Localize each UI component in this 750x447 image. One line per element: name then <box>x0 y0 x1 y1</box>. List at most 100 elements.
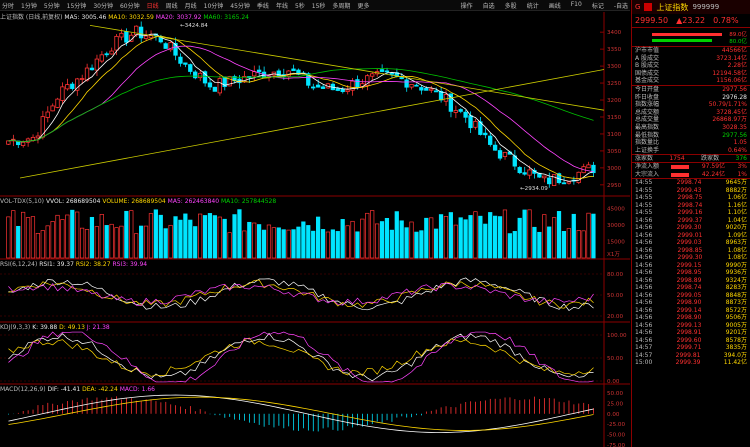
volume-bar <box>325 231 331 259</box>
volume-bar <box>143 225 149 259</box>
volume-bar <box>478 215 483 259</box>
tick-volume: 8963万 <box>725 239 747 247</box>
row-value: 2977.56 <box>722 131 747 139</box>
volume-bar <box>443 216 449 259</box>
flow-bars: 89.0亿 80.0亿 <box>632 27 750 46</box>
kdj-ytick: 50.00 <box>607 356 623 362</box>
tick-time: 14:56 <box>635 314 653 322</box>
candle-body <box>65 84 70 90</box>
rows2-row: 最低指数 2977.56 <box>632 132 750 140</box>
tick-list[interactable]: 14:55 2998.74 9645万 14:55 2999.43 8882万 14:55 2… <box>632 178 750 367</box>
index-stats: 今日开盘 2977.56 昨日收盘 2976.28 指数涨幅 50.79/1.71% 总成交… <box>632 84 750 155</box>
candle-body <box>453 110 458 113</box>
kdj-legend: KDJ(9,3,3) K: 39.88 D: 49.13 J: 21.38 <box>0 324 110 331</box>
volume-bar <box>109 223 114 259</box>
tick-time: 14:56 <box>635 291 653 299</box>
ytick-label: 3050 <box>607 149 622 155</box>
row-label: 基金成交 <box>635 77 660 85</box>
tick-volume: 8848万 <box>725 291 747 299</box>
tick-time: 14:56 <box>635 246 653 254</box>
volume-bar <box>335 231 340 259</box>
volume-bar <box>547 226 552 259</box>
candle-body <box>35 135 41 139</box>
tick-row: 14:56 2999.15 9990万 <box>632 262 750 270</box>
volume-bar <box>448 212 453 259</box>
tick-time: 14:56 <box>635 276 653 284</box>
flag-icon <box>644 3 653 11</box>
candle-body <box>89 67 95 71</box>
candle-body <box>497 150 503 159</box>
volume-bar <box>330 229 335 259</box>
tick-price: 2999.05 <box>676 291 702 299</box>
tick-time: 14:55 <box>635 201 653 209</box>
tick-time: 14:56 <box>635 299 653 307</box>
inflow-bar <box>652 33 722 36</box>
tick-row: 14:56 2999.30 1.08亿 <box>632 254 750 262</box>
tick-row: 14:56 2999.01 1.09亿 <box>632 232 750 240</box>
volume-bar <box>379 221 385 259</box>
candle-body <box>79 78 85 80</box>
kline-chart-area[interactable]: 3400 3350 3300 3250 3200 3150 3100 3050 3000 2950… <box>0 0 630 447</box>
trendline-down <box>89 24 605 111</box>
volume-bar <box>488 212 493 259</box>
tick-price: 2998.75 <box>677 194 703 202</box>
app-window: 分时 1分钟 5分钟 15分钟 30分钟 60分钟 日线 周线 月线 10分钟 45分钟 季线 年线 5秒… <box>0 0 750 447</box>
tick-volume: 11.42亿 <box>723 359 747 367</box>
flow-label: 净流入额 <box>635 162 660 170</box>
row-label: B 股成交 <box>635 62 660 70</box>
candle-body <box>99 54 104 62</box>
tick-price: 2999.30 <box>676 224 702 232</box>
candle-body <box>502 151 508 157</box>
tick-volume: 9324万 <box>725 276 747 284</box>
tick-time: 14:57 <box>635 351 653 359</box>
row-value: 1.05 <box>733 139 747 147</box>
kdj-ytick: 100.00 <box>607 333 627 339</box>
ytick-label: 3350 <box>607 47 622 53</box>
candle-body <box>183 62 188 65</box>
candle-body <box>586 164 591 169</box>
tick-row: 14:56 2998.74 8283万 <box>632 284 750 292</box>
volume-bar <box>70 209 75 259</box>
tick-time: 14:56 <box>635 216 653 224</box>
tick-volume: 8578万 <box>725 336 747 344</box>
volume-bar <box>257 224 262 259</box>
volume-bar <box>25 217 31 259</box>
row-label: 最低指数 <box>635 131 660 139</box>
outflow-bar <box>652 39 712 42</box>
candle-body <box>315 84 321 88</box>
flow-summary: 净流入额 97.59亿 3% 大宗流入 42.24亿 1% <box>632 161 750 178</box>
volume-bar <box>198 213 203 259</box>
candle-body <box>576 171 581 183</box>
volume-bar <box>178 219 183 259</box>
tick-row: 14:56 2999.37 1.04亿 <box>632 217 750 225</box>
row-value: 44566亿 <box>721 47 747 54</box>
rows2-row: 上证换手 0.64% <box>632 147 750 155</box>
tick-time: 14:56 <box>635 269 653 277</box>
kdj-title: KDJ(9,3,3) <box>0 324 31 331</box>
index-code: 999999 <box>692 3 720 11</box>
volume-bar <box>517 217 522 259</box>
volume-bar <box>114 227 119 259</box>
rsi-ytick: 20.00 <box>607 314 623 320</box>
rows2-row: 指数涨幅 50.79/1.71% <box>632 101 750 109</box>
tick-price: 2999.37 <box>677 216 703 224</box>
tick-price: 2998.91 <box>676 329 702 337</box>
candle-body <box>320 86 326 89</box>
volume-bar <box>212 215 217 259</box>
tick-row: 14:56 2998.91 9201万 <box>632 329 750 337</box>
candle-body <box>143 35 149 39</box>
volume-bar <box>502 209 508 259</box>
volume-bar <box>551 217 557 259</box>
updown-row: 涨家数 1754 跌家数 376 <box>632 154 750 162</box>
volume-bar <box>350 220 355 259</box>
tick-volume: 9005万 <box>725 321 747 329</box>
volume-bar <box>316 216 321 259</box>
volume-bar <box>586 212 591 259</box>
volume-bar <box>252 222 257 259</box>
volume-bar <box>306 225 311 259</box>
candle-body <box>473 120 478 128</box>
volume-bar <box>104 225 109 259</box>
candle-body <box>291 68 296 71</box>
tick-row: 14:57 2999.71 3835万 <box>632 344 750 352</box>
tick-price: 2999.03 <box>676 239 702 247</box>
